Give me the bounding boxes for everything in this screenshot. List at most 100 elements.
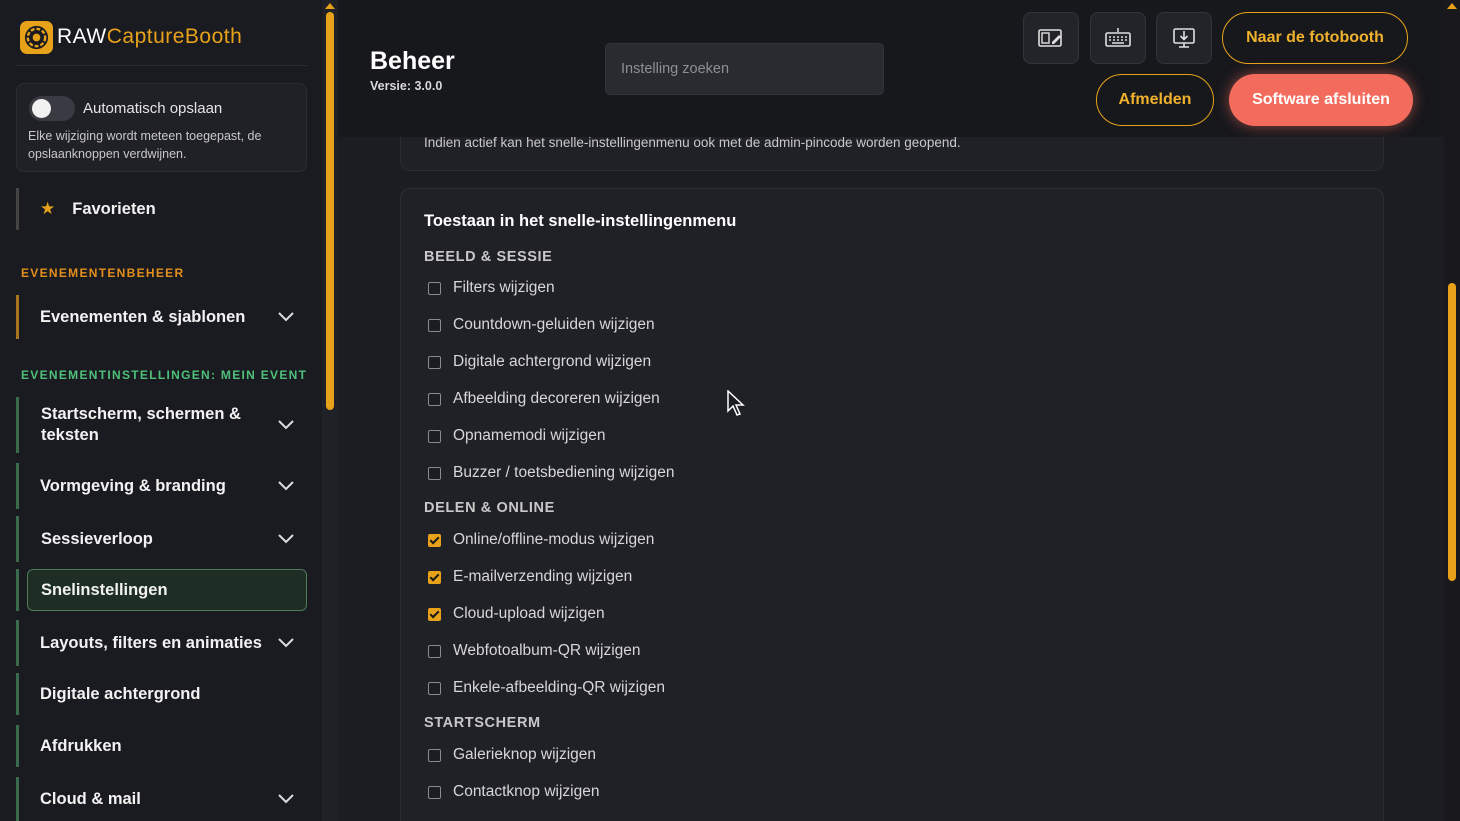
logo-text-accent: CaptureBooth xyxy=(106,25,243,48)
option-gallery-button[interactable]: Galerieknop wijzigen xyxy=(428,744,596,766)
chevron-down-icon xyxy=(278,638,294,648)
sidebar-item-label: Cloud & mail xyxy=(40,789,141,808)
checkbox[interactable] xyxy=(428,355,441,369)
sidebar-item-startscreen[interactable]: Startscherm, schermen & teksten xyxy=(16,397,307,453)
checkbox[interactable] xyxy=(428,748,441,762)
sidebar-item-label: Afdrukken xyxy=(40,736,122,755)
autosave-panel: Automatisch opslaan Elke wijziging wordt… xyxy=(16,83,307,172)
sidebar-item-printing[interactable]: Afdrukken xyxy=(16,725,307,767)
keyboard-button[interactable] xyxy=(1090,12,1146,64)
quick-settings-permissions-card: Toestaan in het snelle-instellingenmenu … xyxy=(400,188,1384,821)
scroll-up-icon[interactable] xyxy=(325,3,335,9)
checkbox[interactable] xyxy=(428,281,441,295)
sidebar-item-layouts-filters[interactable]: Layouts, filters en animaties xyxy=(16,620,307,666)
aperture-logo-icon xyxy=(20,20,53,54)
option-label: Digitale achtergrond wijzigen xyxy=(453,353,652,370)
chevron-down-icon xyxy=(278,794,294,804)
checkbox[interactable] xyxy=(428,466,441,480)
group-heading-startscreen: STARTSCHERM xyxy=(424,715,541,731)
checkbox[interactable] xyxy=(428,644,441,658)
autosave-toggle[interactable] xyxy=(29,96,75,121)
checkbox-checked[interactable] xyxy=(428,607,441,621)
sidebar: RAW CaptureBooth Automatisch opslaan Elke… xyxy=(0,0,322,821)
active-item-rail xyxy=(16,569,19,611)
sidebar-item-session-flow[interactable]: Sessieverloop xyxy=(16,516,307,562)
to-photobooth-button[interactable]: Naar de fotobooth xyxy=(1222,12,1408,64)
sidebar-item-label: Evenementen & sjablonen xyxy=(40,307,246,326)
option-digital-background[interactable]: Digitale achtergrond wijzigen xyxy=(428,351,651,373)
keyboard-icon xyxy=(1105,28,1131,47)
option-label: Webfotoalbum-QR wijzigen xyxy=(453,642,641,659)
main-content: Indien actief kan het snelle-instellinge… xyxy=(338,0,1444,821)
group-heading-sharing-online: DELEN & ONLINE xyxy=(424,500,555,516)
settings-search-input[interactable] xyxy=(605,43,884,95)
checkbox[interactable] xyxy=(428,681,441,695)
sidebar-item-design-branding[interactable]: Vormgeving & branding xyxy=(16,463,307,509)
sidebar-item-label: Sessieverloop xyxy=(41,529,153,548)
monitor-download-icon xyxy=(1173,28,1195,48)
checkbox-checked[interactable] xyxy=(428,533,441,547)
option-label: Galerieknop wijzigen xyxy=(453,746,597,763)
quit-software-button[interactable]: Software afsluiten xyxy=(1229,74,1413,126)
divider xyxy=(16,65,308,66)
option-cloud-upload[interactable]: Cloud-upload wijzigen xyxy=(428,603,605,625)
option-label: E-mailverzending wijzigen xyxy=(453,568,633,585)
option-buzzer-keys[interactable]: Buzzer / toetsbediening wijzigen xyxy=(428,462,674,484)
autosave-description: Elke wijziging wordt meteen toegepast, d… xyxy=(28,129,262,161)
card-title: Toestaan in het snelle-instellingenmenu xyxy=(424,212,737,230)
logo-text-primary: RAW xyxy=(57,25,107,48)
option-label: Enkele-afbeelding-QR wijzigen xyxy=(453,679,665,696)
sidebar-item-label: Vormgeving & branding xyxy=(40,476,226,495)
option-contact-button[interactable]: Contactknop wijzigen xyxy=(428,781,599,803)
chevron-down-icon xyxy=(278,481,294,491)
sidebar-item-label: Favorieten xyxy=(72,199,156,218)
option-filters[interactable]: Filters wijzigen xyxy=(428,277,555,299)
header-bar: Beheer Versie: 3.0.0 Naar de fot xyxy=(338,0,1444,137)
monitor-download-button[interactable] xyxy=(1156,12,1212,64)
layout-edit-icon xyxy=(1038,29,1062,47)
sidebar-item-label: Digitale achtergrond xyxy=(40,684,201,703)
sidebar-item-events-templates[interactable]: Evenementen & sjablonen xyxy=(16,295,307,339)
sidebar-item-label: Startscherm, schermen & teksten xyxy=(41,405,241,444)
checkbox-checked[interactable] xyxy=(428,570,441,584)
option-label: Buzzer / toetsbediening wijzigen xyxy=(453,464,675,481)
mouse-cursor-icon xyxy=(727,390,745,416)
option-web-album-qr[interactable]: Webfotoalbum-QR wijzigen xyxy=(428,640,641,662)
main-scrollbar[interactable] xyxy=(1444,0,1460,821)
sidebar-scrollbar[interactable] xyxy=(322,0,338,821)
checkbox[interactable] xyxy=(428,318,441,332)
version-label: Versie: 3.0.0 xyxy=(370,79,443,93)
chevron-down-icon xyxy=(278,534,294,544)
chevron-down-icon xyxy=(278,312,294,322)
sidebar-item-digital-background[interactable]: Digitale achtergrond xyxy=(16,673,307,715)
option-label: Afbeelding decoreren wijzigen xyxy=(453,390,660,407)
page-title: Beheer xyxy=(370,47,455,75)
option-decorate-image[interactable]: Afbeelding decoreren wijzigen xyxy=(428,388,660,410)
logout-button[interactable]: Afmelden xyxy=(1096,74,1214,126)
section-heading-event-management: EVENEMENTENBEHEER xyxy=(21,266,185,280)
option-label: Opnamemodi wijzigen xyxy=(453,427,606,444)
sidebar-item-cloud-mail[interactable]: Cloud & mail xyxy=(16,777,307,821)
option-countdown-sounds[interactable]: Countdown-geluiden wijzigen xyxy=(428,314,655,336)
option-email-sending[interactable]: E-mailverzending wijzigen xyxy=(428,566,632,588)
option-label: Countdown-geluiden wijzigen xyxy=(453,316,655,333)
option-label: Contactknop wijzigen xyxy=(453,783,600,800)
sidebar-scroll-thumb[interactable] xyxy=(326,12,334,410)
app-logo: RAW CaptureBooth xyxy=(20,19,242,55)
setting-description: Indien actief kan het snelle-instellinge… xyxy=(424,135,961,150)
option-single-image-qr[interactable]: Enkele-afbeelding-QR wijzigen xyxy=(428,677,665,699)
chevron-down-icon xyxy=(278,420,294,430)
checkbox[interactable] xyxy=(428,785,441,799)
option-online-offline[interactable]: Online/offline-modus wijzigen xyxy=(428,529,654,551)
sidebar-item-favorites[interactable]: ★ Favorieten xyxy=(16,188,307,230)
sidebar-item-quick-settings[interactable]: Snelinstellingen xyxy=(27,569,307,611)
scroll-up-icon[interactable] xyxy=(1447,3,1457,9)
group-heading-image-session: BEELD & SESSIE xyxy=(424,249,553,265)
main-scroll-thumb[interactable] xyxy=(1448,283,1456,581)
checkbox[interactable] xyxy=(428,392,441,406)
option-label: Cloud-upload wijzigen xyxy=(453,605,605,622)
layout-editor-button[interactable] xyxy=(1023,12,1079,64)
checkbox[interactable] xyxy=(428,429,441,443)
option-label: Online/offline-modus wijzigen xyxy=(453,531,655,548)
option-capture-modes[interactable]: Opnamemodi wijzigen xyxy=(428,425,606,447)
